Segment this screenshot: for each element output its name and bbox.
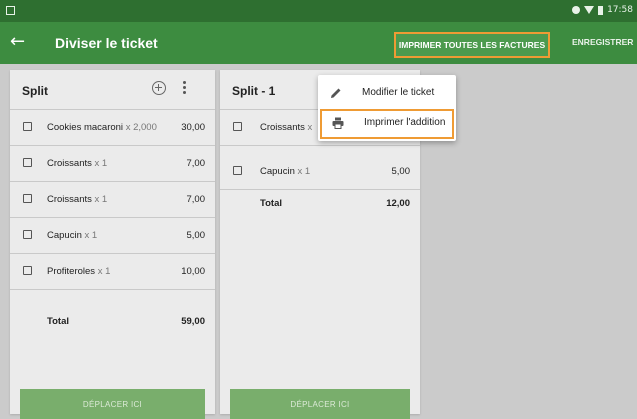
item-name: Cookies macaroni (47, 122, 124, 133)
item-checkbox[interactable] (233, 122, 242, 131)
item-name: Profiteroles (47, 266, 96, 277)
split-card-main: Split Cookies macaroni x 2,000 30,00 Cro… (10, 70, 215, 419)
battery-icon (598, 5, 604, 15)
item-price: 7,00 (186, 194, 206, 205)
item-qty: x 1 (94, 158, 108, 169)
item-qty: x 1 (297, 166, 311, 177)
total-label: Total (260, 198, 282, 209)
total-value: 12,00 (386, 198, 410, 209)
move-here-button[interactable]: DÉPLACER ICI (20, 389, 205, 419)
list-item[interactable]: Capucin x 1 5,00 (10, 218, 215, 254)
pencil-icon (331, 88, 341, 98)
overflow-menu: Modifier le ticket Imprimer l'addition (318, 75, 456, 141)
item-price: 5,00 (391, 166, 411, 177)
total-value: 59,00 (181, 316, 205, 327)
menu-item-edit-ticket[interactable]: Modifier le ticket (318, 79, 456, 109)
move-here-button[interactable]: DÉPLACER ICI (230, 389, 410, 419)
item-checkbox[interactable] (23, 230, 32, 239)
item-name: Croissants (260, 122, 305, 133)
item-name: Capucin (260, 166, 295, 177)
status-time: 17:58 (607, 5, 633, 15)
menu-item-label: Imprimer l'addition (364, 117, 446, 128)
item-name: Croissants (47, 194, 92, 205)
more-vert-icon[interactable] (183, 81, 187, 95)
item-name: Capucin (47, 230, 82, 241)
list-item[interactable]: Croissants x 1 7,00 (10, 146, 215, 182)
split-title: Split - 1 (232, 84, 276, 98)
item-qty: x (307, 122, 313, 133)
total-row: Total 12,00 (220, 190, 420, 220)
list-item[interactable]: Profiteroles x 1 10,00 (10, 254, 215, 290)
item-price: 30,00 (181, 122, 205, 133)
split-card-header: Split (10, 70, 215, 110)
page-title: Diviser le ticket (55, 35, 158, 51)
item-qty: x 1 (97, 266, 111, 277)
add-circle-icon[interactable] (152, 81, 166, 95)
menu-item-print-bill[interactable]: Imprimer l'addition (320, 109, 454, 139)
total-label: Total (47, 316, 69, 327)
item-price: 5,00 (186, 230, 206, 241)
printer-icon (332, 117, 344, 129)
item-checkbox[interactable] (23, 194, 32, 203)
print-all-invoices-button[interactable]: IMPRIMER TOUTES LES FACTURES (394, 32, 550, 58)
back-arrow-icon[interactable]: ← (10, 32, 25, 52)
total-row: Total 59,00 (10, 308, 215, 338)
list-item[interactable]: Capucin x 1 5,00 (220, 154, 420, 190)
save-button[interactable]: ENREGISTRER (572, 37, 633, 47)
wifi-icon (584, 6, 595, 14)
list-item[interactable]: Cookies macaroni x 2,000 30,00 (10, 110, 215, 146)
item-checkbox[interactable] (23, 266, 32, 275)
list-item[interactable]: Croissants x 1 7,00 (10, 182, 215, 218)
dnd-icon (572, 6, 581, 14)
menu-item-label: Modifier le ticket (362, 87, 435, 98)
item-qty: x 1 (94, 194, 108, 205)
item-qty: x 2,000 (125, 122, 157, 133)
notification-icon (6, 6, 15, 15)
app-bar: ← Diviser le ticket IMPRIMER TOUTES LES … (0, 22, 637, 64)
item-price: 7,00 (186, 158, 206, 169)
item-price: 10,00 (181, 266, 205, 277)
item-name: Croissants (47, 158, 92, 169)
item-checkbox[interactable] (23, 122, 32, 131)
status-icons: 17:58 (572, 5, 633, 15)
split-title: Split (22, 84, 48, 98)
item-qty: x 1 (84, 230, 98, 241)
item-checkbox[interactable] (233, 166, 242, 175)
status-bar: 17:58 (0, 0, 637, 22)
item-checkbox[interactable] (23, 158, 32, 167)
